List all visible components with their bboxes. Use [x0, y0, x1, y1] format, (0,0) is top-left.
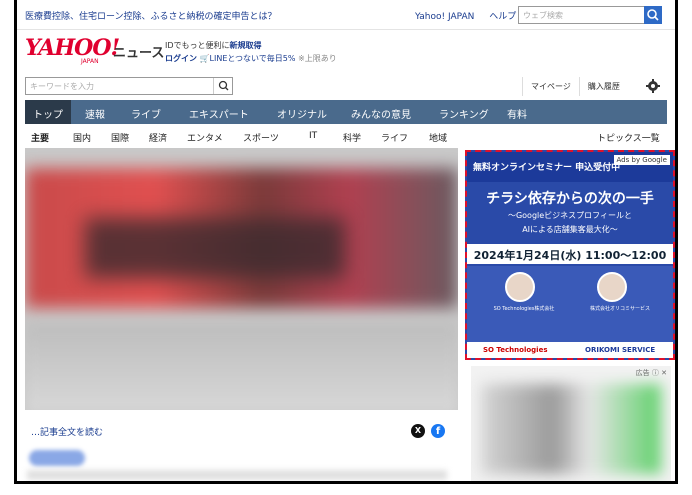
ad-date: 2024年1月24日(水) 11:00〜12:00	[473, 249, 667, 262]
ad-subtitle-1: 〜Googleビジネスプロフィールと	[507, 211, 633, 220]
search-icon	[647, 9, 659, 21]
subnav-entertainment[interactable]: エンタメ	[187, 131, 223, 144]
help-link[interactable]: ヘルプ	[489, 12, 516, 22]
sub-nav: 主要 国内 国際 経済 エンタメ スポーツ IT 科学 ライフ 地域 トピックス…	[25, 126, 667, 146]
tax-promo-link[interactable]: 医療費控除、住宅ローン控除、ふるさと納税の確定申告とは？	[25, 9, 277, 22]
secondary-ad[interactable]: 広告 ⓘ ✕	[471, 366, 671, 481]
article-image[interactable]	[25, 148, 458, 410]
subnav-it[interactable]: IT	[309, 131, 317, 141]
subnav-international[interactable]: 国際	[111, 131, 129, 144]
ads-by-google-label[interactable]: Ads by Google	[613, 155, 670, 165]
yahoo-logo-sub: JAPAN	[81, 58, 99, 65]
nav-paid[interactable]: 有料	[507, 106, 527, 121]
ad-subtitle-2: AIによる店舗集客最大化〜	[522, 225, 618, 234]
purchase-history-link[interactable]: 購入履歴	[578, 77, 628, 96]
keyword-search-button[interactable]	[213, 78, 233, 94]
ad-seminar-label: 無料オンラインセミナー 申込受付中	[473, 163, 621, 173]
nav-opinion[interactable]: みんなの意見	[351, 106, 411, 121]
nav-breaking[interactable]: 速報	[85, 106, 105, 121]
read-more-link[interactable]: …記事全文を読む	[31, 425, 103, 438]
web-search-button[interactable]	[644, 6, 662, 24]
news-section-title[interactable]: ニュース	[113, 42, 164, 61]
nav-live[interactable]: ライブ	[131, 106, 161, 121]
subnav-main[interactable]: 主要	[31, 131, 49, 144]
line-link[interactable]: LINEとつないで毎日5%	[210, 54, 296, 63]
blurred-text	[27, 470, 447, 480]
utility-links: Yahoo! JAPAN ヘルプ	[415, 9, 528, 22]
speaker-avatar	[597, 272, 627, 302]
nav-original[interactable]: オリジナル	[277, 106, 327, 121]
subnav-life[interactable]: ライフ	[381, 131, 408, 144]
id-promo: IDでもっと便利に新規取得 ログイン 🛒LINEとつないで毎日5% ※上限あり	[165, 41, 337, 63]
ad-info-close[interactable]: 広告 ⓘ ✕	[636, 368, 667, 378]
speaker-avatar	[505, 272, 535, 302]
topics-list-link[interactable]: トピックス一覧	[597, 131, 660, 144]
login-link[interactable]: ログイン	[165, 54, 197, 63]
seminar-ad[interactable]: 無料オンラインセミナー 申込受付中 Ads by Google チラシ依存からの…	[465, 150, 675, 360]
nav-expert[interactable]: エキスパート	[189, 106, 249, 121]
facebook-share-icon[interactable]: f	[431, 424, 445, 438]
settings-button[interactable]	[645, 78, 661, 94]
subnav-science[interactable]: 科学	[343, 131, 361, 144]
speaker-company-2: 株式会社オリコミサービス	[589, 306, 650, 312]
sotech-logo: SO Technologies	[483, 346, 548, 354]
nav-ranking[interactable]: ランキング	[439, 106, 489, 121]
gear-icon	[646, 79, 660, 93]
subnav-sports[interactable]: スポーツ	[243, 131, 279, 144]
search-icon	[218, 80, 229, 91]
subnav-region[interactable]: 地域	[429, 131, 447, 144]
ad-headline: チラシ依存からの次の一手	[486, 191, 654, 207]
subnav-economy[interactable]: 経済	[149, 131, 167, 144]
register-link[interactable]: 新規取得	[230, 41, 262, 50]
mypage-link[interactable]: マイページ	[522, 77, 579, 96]
user-links: マイページ 購入履歴	[522, 77, 628, 97]
speaker-company-1: SO Technologies株式会社	[493, 306, 555, 312]
nav-top[interactable]: トップ	[25, 100, 71, 124]
top-utility-bar: 医療費控除、住宅ローン控除、ふるさと納税の確定申告とは？ Yahoo! JAPA…	[17, 0, 675, 30]
orikomi-logo: ORIKOMI SERVICE	[585, 346, 656, 354]
page-frame: 医療費控除、住宅ローン控除、ふるさと納税の確定申告とは？ Yahoo! JAPA…	[14, 0, 678, 484]
x-share-icon[interactable]: X	[411, 424, 425, 438]
web-search-input[interactable]: ウェブ検索	[518, 6, 645, 24]
yahoo-japan-link[interactable]: Yahoo! JAPAN	[415, 12, 474, 22]
keyword-search-input[interactable]: キーワードを入力	[25, 77, 233, 95]
subnav-domestic[interactable]: 国内	[73, 131, 91, 144]
cart-icon: 🛒	[199, 54, 210, 63]
blurred-tag	[29, 450, 85, 466]
yahoo-logo[interactable]: YAHOO!	[25, 35, 120, 61]
main-nav: トップ 速報 ライブ エキスパート オリジナル みんなの意見 ランキング 有料	[25, 100, 667, 124]
